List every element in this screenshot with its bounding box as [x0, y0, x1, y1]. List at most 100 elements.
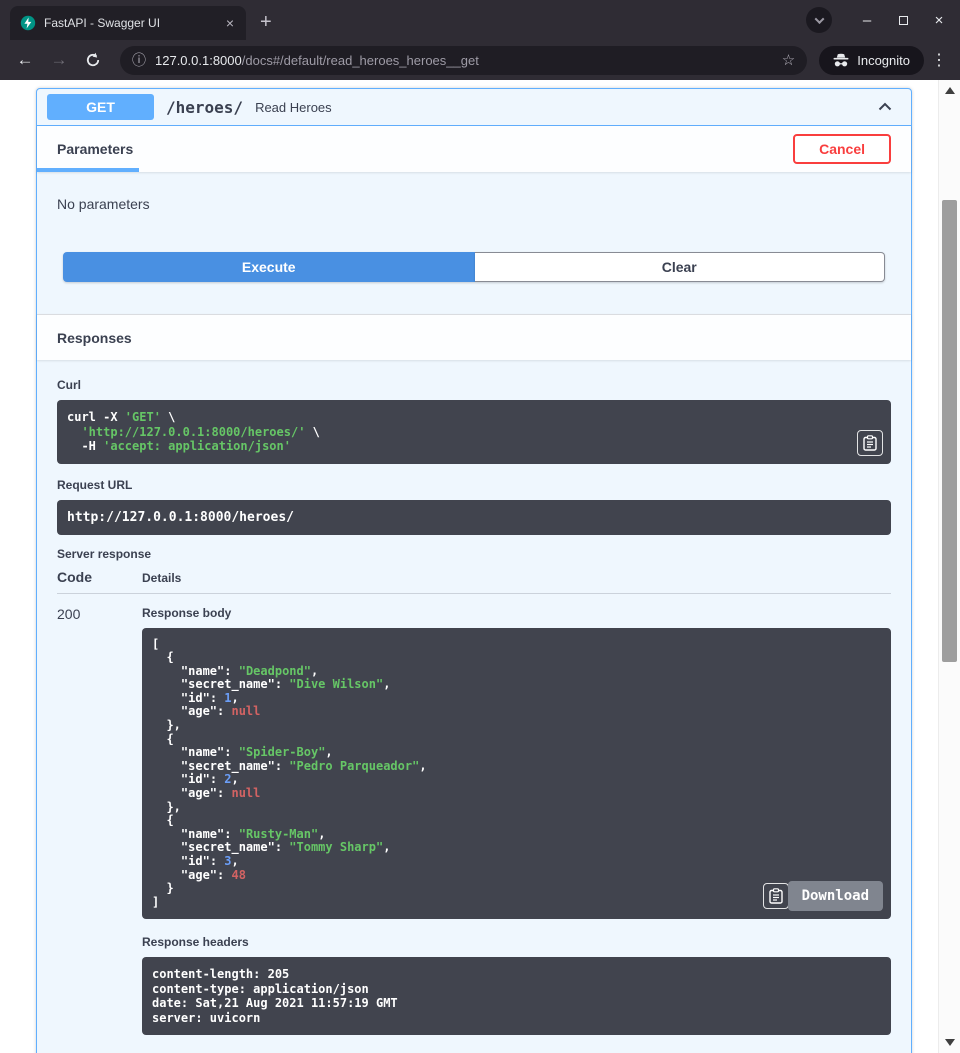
- responses-title: Responses: [57, 330, 132, 346]
- scrollbar[interactable]: [938, 80, 960, 1053]
- browser-tab[interactable]: FastAPI - Swagger UI ×: [10, 6, 246, 40]
- code-line: },: [152, 719, 881, 733]
- swagger-page: GET /heroes/ Read Heroes Parameters Canc…: [0, 80, 938, 1053]
- header-line: date: Sat,21 Aug 2021 11:57:19 GMT: [152, 996, 881, 1011]
- response-details: Response body [ { "name": "Deadpond", "s…: [142, 606, 891, 1036]
- reload-icon: [85, 52, 101, 68]
- code-line: {: [152, 651, 881, 665]
- tab-parameters[interactable]: Parameters: [57, 141, 133, 157]
- response-headers-label: Response headers: [142, 935, 891, 949]
- chevron-down-icon: [814, 14, 824, 24]
- code-line: "age": null: [152, 705, 881, 719]
- opblock-get-heroes: GET /heroes/ Read Heroes Parameters Canc…: [36, 88, 912, 1053]
- close-window-button[interactable]: ×: [926, 12, 952, 29]
- tab-title: FastAPI - Swagger UI: [44, 16, 214, 30]
- code-line: {: [152, 814, 881, 828]
- responses-header: Responses: [37, 314, 911, 360]
- fastapi-favicon-icon: [20, 15, 36, 31]
- site-info-icon[interactable]: ⓘ: [132, 50, 146, 70]
- scrollbar-thumb[interactable]: [942, 200, 957, 662]
- code-line: "name": "Spider-Boy",: [152, 746, 881, 760]
- code-line: "age": null: [152, 787, 881, 801]
- response-table-header: Code Details: [57, 569, 891, 594]
- execute-button[interactable]: Execute: [63, 252, 475, 282]
- new-tab-button[interactable]: +: [260, 12, 272, 32]
- url-text: 127.0.0.1:8000/docs#/default/read_heroes…: [155, 53, 773, 68]
- curl-command-block: curl -X 'GET' \ 'http://127.0.0.1:8000/h…: [57, 400, 891, 464]
- url-path: /docs#/default/read_heroes_heroes__get: [242, 53, 479, 68]
- curl-label: Curl: [57, 378, 891, 392]
- code-line: "id": 2,: [152, 773, 881, 787]
- response-headers-code: content-length: 205content-type: applica…: [152, 967, 881, 1025]
- url-host: 127.0.0.1:8000: [155, 53, 242, 68]
- code-line: -H 'accept: application/json': [67, 439, 881, 454]
- bookmark-star-icon[interactable]: ☆: [782, 51, 795, 69]
- code-line: "id": 3,: [152, 855, 881, 869]
- code-line: "secret_name": "Tommy Sharp",: [152, 841, 881, 855]
- code-line: [: [152, 638, 881, 652]
- method-badge: GET: [47, 94, 154, 120]
- incognito-label: Incognito: [857, 53, 910, 68]
- scroll-up-arrow-icon[interactable]: [945, 87, 955, 94]
- active-tab-underline: [37, 168, 139, 172]
- curl-code: curl -X 'GET' \ 'http://127.0.0.1:8000/h…: [67, 410, 881, 454]
- code-line: "name": "Deadpond",: [152, 665, 881, 679]
- tab-search-button[interactable]: [806, 7, 832, 33]
- request-url-label: Request URL: [57, 478, 891, 492]
- browser-toolbar: ← → ⓘ 127.0.0.1:8000/docs#/default/read_…: [0, 40, 960, 80]
- reload-button[interactable]: [78, 52, 108, 68]
- scroll-down-arrow-icon[interactable]: [945, 1039, 955, 1046]
- collapse-arrow-icon[interactable]: [869, 97, 901, 117]
- operation-summary: Read Heroes: [255, 100, 869, 115]
- clipboard-icon: [769, 888, 783, 904]
- copy-response-button[interactable]: [763, 883, 789, 909]
- window-controls: – ×: [806, 0, 952, 40]
- response-headers-block: content-length: 205content-type: applica…: [142, 957, 891, 1035]
- download-button[interactable]: Download: [788, 881, 883, 911]
- forward-button[interactable]: →: [44, 50, 74, 70]
- response-body-label: Response body: [142, 606, 891, 620]
- header-line: server: uvicorn: [152, 1011, 881, 1026]
- code-line: },: [152, 801, 881, 815]
- opblock-summary[interactable]: GET /heroes/ Read Heroes: [37, 89, 911, 126]
- maximize-icon: [899, 16, 908, 25]
- code-line: "age": 48: [152, 869, 881, 883]
- request-url-value: http://127.0.0.1:8000/heroes/: [67, 510, 294, 525]
- tab-strip: FastAPI - Swagger UI × + – ×: [0, 0, 960, 40]
- copy-curl-button[interactable]: [857, 430, 883, 456]
- tab-close-icon[interactable]: ×: [222, 15, 238, 31]
- clipboard-icon: [863, 435, 877, 451]
- code-column-header: Code: [57, 569, 142, 585]
- response-body-code: [ { "name": "Deadpond", "secret_name": "…: [152, 638, 881, 910]
- server-response-label: Server response: [57, 547, 891, 561]
- header-line: content-length: 205: [152, 967, 881, 982]
- cancel-button[interactable]: Cancel: [793, 134, 891, 164]
- code-line: "secret_name": "Pedro Parqueador",: [152, 760, 881, 774]
- operation-path: /heroes/: [166, 98, 243, 117]
- responses-inner: Curl curl -X 'GET' \ 'http://127.0.0.1:8…: [37, 360, 911, 1053]
- maximize-button[interactable]: [890, 12, 916, 29]
- parameters-header: Parameters Cancel: [37, 126, 911, 172]
- header-line: content-type: application/json: [152, 982, 881, 997]
- response-body-block: [ { "name": "Deadpond", "secret_name": "…: [142, 628, 891, 920]
- code-line: curl -X 'GET' \: [67, 410, 881, 425]
- address-bar[interactable]: ⓘ 127.0.0.1:8000/docs#/default/read_hero…: [120, 46, 807, 75]
- code-line: "name": "Rusty-Man",: [152, 828, 881, 842]
- browser-menu-button[interactable]: ⋮: [928, 50, 950, 70]
- back-button[interactable]: ←: [10, 50, 40, 70]
- parameters-body: No parameters: [37, 172, 911, 212]
- response-row: 200 Response body [ { "name": "Deadpond"…: [57, 594, 891, 1036]
- incognito-badge: Incognito: [819, 46, 924, 75]
- code-line: "secret_name": "Dive Wilson",: [152, 678, 881, 692]
- code-line: {: [152, 733, 881, 747]
- execute-wrapper: Execute Clear: [37, 212, 911, 314]
- code-line: 'http://127.0.0.1:8000/heroes/' \: [67, 425, 881, 440]
- status-code: 200: [57, 606, 142, 1036]
- minimize-button[interactable]: –: [854, 12, 880, 29]
- no-parameters-message: No parameters: [57, 196, 150, 212]
- code-line: "id": 1,: [152, 692, 881, 706]
- request-url-block: http://127.0.0.1:8000/heroes/: [57, 500, 891, 535]
- clear-button[interactable]: Clear: [475, 252, 886, 282]
- details-column-header: Details: [142, 571, 181, 585]
- incognito-icon: [833, 53, 849, 68]
